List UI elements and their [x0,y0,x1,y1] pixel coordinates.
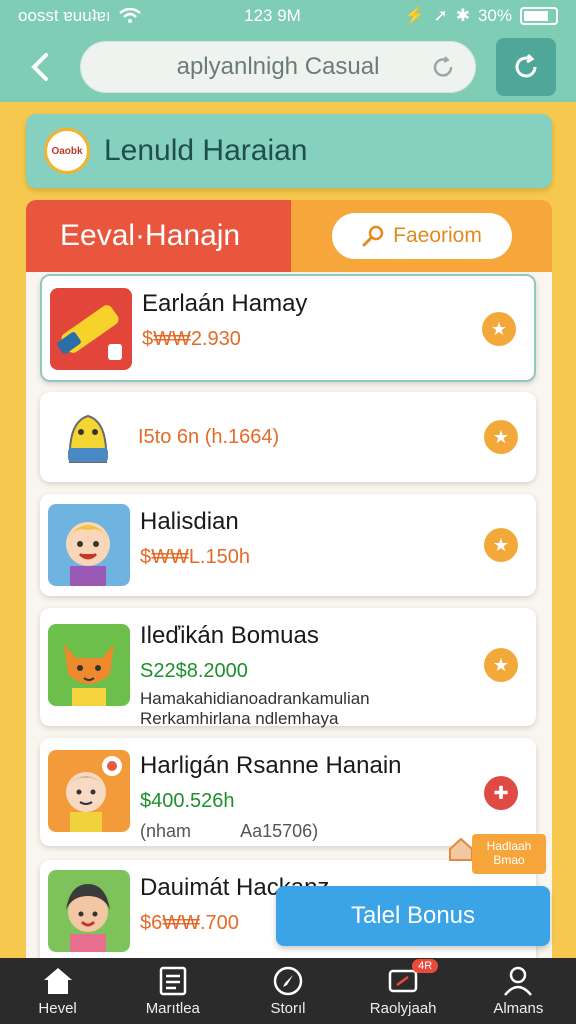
promo-badge-line1: Hadlaah [486,839,532,853]
list-item[interactable]: I5to 6n (h.1664) ★ [40,392,536,482]
page-title: Lenuld Haraian [104,134,308,167]
app-logo: Oaobk [44,128,90,174]
search-text: aplyanlnigh Casual [176,53,380,80]
item-price: $400.526h [140,790,235,812]
favorite-button[interactable]: ★ [484,648,518,682]
item-name: Ileďikán Bomuas [140,622,319,649]
plus-icon: ✚ [493,782,509,803]
house-icon [449,837,473,861]
home-icon [43,968,72,994]
item-thumbnail [48,402,128,472]
battery-percent: 30% [477,6,512,25]
panel-header: Eeval·Hanajn Faeoriom [26,200,552,272]
list-item[interactable]: Earlaán Hamay $₩₩2.930 ★ [40,274,536,382]
favorites-label: Faeoriom [393,224,482,247]
add-button[interactable]: ✚ [484,776,518,810]
item-meta-right: Aa15706) [240,821,319,841]
signal-icon: ⚡ [404,6,426,25]
clock: 123 9M [244,6,301,25]
reload-icon[interactable] [431,55,455,79]
favorites-button[interactable]: Faeoriom [331,213,512,259]
nav-home[interactable]: Hevel [3,965,113,1017]
item-name: Halisdian [140,508,239,535]
back-button[interactable] [20,47,60,87]
item-price: $₩₩L.150h [140,546,251,568]
chevron-left-icon [31,53,48,81]
compass-icon [273,966,303,996]
star-icon: ★ [492,654,510,675]
notification-badge: 4R [412,959,439,973]
nav-label: Almans [493,1000,544,1017]
promo-badge[interactable]: Hadlaah Bmao [472,834,546,874]
nav-account[interactable]: Almans [463,965,573,1017]
item-meta-left: (nham [140,821,192,841]
bonus-label: Talel Bonus [350,902,476,929]
wifi-icon [118,8,141,23]
status-bar: oosst ɐuuʇɐı 123 9M ⚡ ➚ ✱ 30% [0,0,576,32]
total-bonus-button[interactable]: Talel Bonus [276,886,550,946]
location-icon: ➚ [433,6,448,25]
nav-label: Storıl [270,1000,306,1017]
item-price: $₩₩2.930 [142,328,241,350]
refresh-button[interactable] [496,38,556,96]
item-thumbnail [48,870,130,952]
nav-label: Marıtlea [145,1000,200,1017]
search-icon [362,225,384,247]
item-name: Earlaán Hamay [142,290,308,317]
item-thumbnail [48,504,130,586]
star-icon: ★ [490,318,508,339]
nav-store[interactable]: Storıl [233,965,343,1017]
favorite-button[interactable]: ★ [482,312,516,346]
star-icon: ★ [492,534,510,555]
favorite-button[interactable]: ★ [484,528,518,562]
item-price: S22$8.2000 [140,660,248,682]
favorite-button[interactable]: ★ [484,420,518,454]
carrier-text: oosst ɐuuʇɐı [18,6,111,25]
list-item[interactable]: Halisdian $₩₩L.150h ★ [40,494,536,596]
bluetooth-icon: ✱ [455,6,470,25]
title-card: Oaobk Lenuld Haraian [26,114,552,188]
tab-level[interactable]: Eeval·Hanajn [26,200,291,272]
item-price: I5to 6n (h.1664) [138,425,280,448]
item-description-2: Rerkamhirlana ndlemhaya [140,709,339,728]
nav-label: Raolyjaah [369,1000,437,1017]
search-field[interactable]: aplyanlnigh Casual [80,41,476,93]
nav-markets[interactable]: Marıtlea [118,965,228,1017]
refresh-icon [515,53,537,78]
nav-label: Hevel [38,1000,77,1017]
item-description: Hamakahidianoadrankamulian [140,689,370,708]
item-thumbnail [48,750,130,832]
list-icon [159,966,187,996]
item-name: Harligán Rsanne Hanain [140,752,402,779]
list-item[interactable]: Harligán Rsanne Hanain $400.526h (nham A… [40,738,536,846]
bottom-nav: Hevel Marıtlea Storıl 4R Raolyjaah Alman… [0,958,576,1024]
battery-icon [520,7,558,25]
list-item[interactable]: Ileďikán Bomuas S22$8.2000 Hamakahidiano… [40,608,536,728]
top-bar: aplyanlnigh Casual [0,32,576,102]
star-icon: ★ [492,426,510,447]
nav-rewards[interactable]: 4R Raolyjaah [348,959,458,1017]
promo-badge-line2: Bmao [493,853,525,867]
item-thumbnail [48,624,130,706]
panel-header-right: Faeoriom [291,200,552,272]
item-thumbnail [50,288,132,370]
user-icon [504,966,533,996]
